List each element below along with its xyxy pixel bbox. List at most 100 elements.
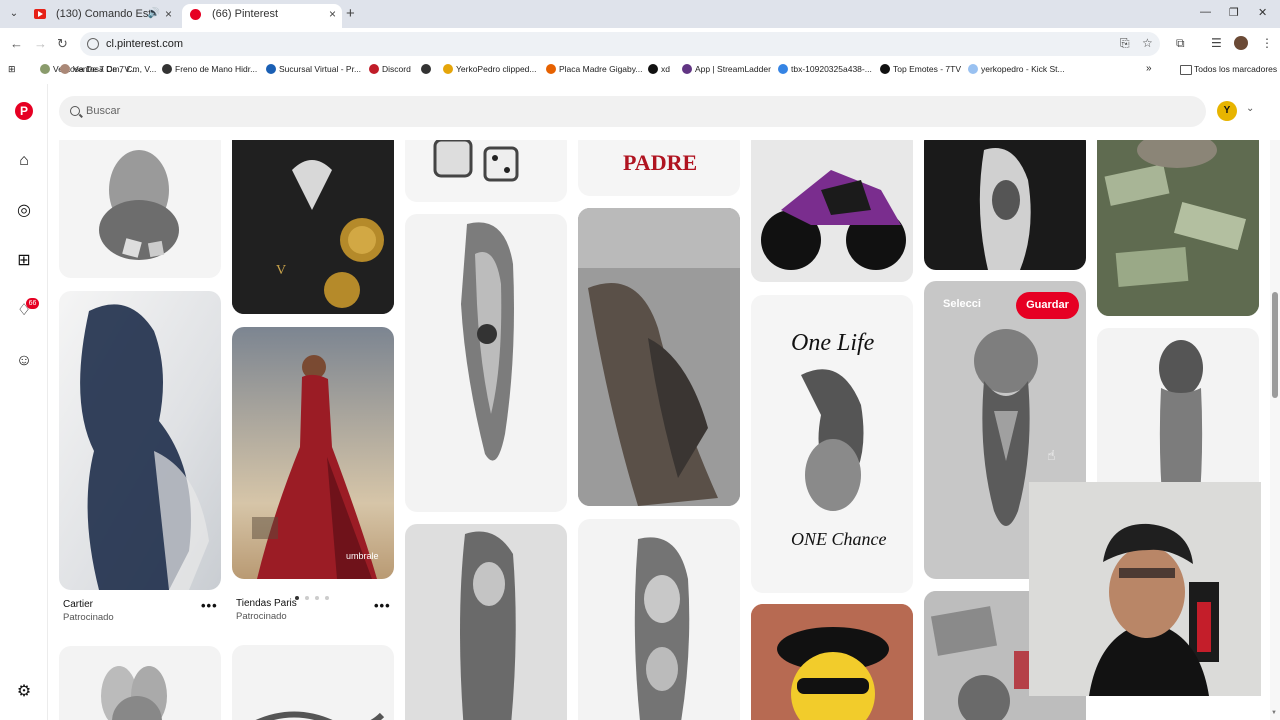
speaker-icon[interactable]: 🔊 bbox=[148, 4, 160, 24]
new-tab-button[interactable]: + bbox=[346, 5, 355, 22]
pin-leg-tattoo[interactable] bbox=[578, 208, 740, 506]
tattoo-art-image bbox=[634, 537, 690, 720]
scrollbar-thumb[interactable] bbox=[1272, 292, 1278, 398]
restore-button[interactable]: ❐ bbox=[1229, 6, 1239, 19]
bookmark-item[interactable]: Discord bbox=[369, 64, 411, 74]
pin-dice-tattoo[interactable] bbox=[405, 140, 567, 202]
webcam-overlay bbox=[1029, 482, 1261, 696]
pin-ace-coins[interactable]: V bbox=[232, 140, 394, 314]
ace-coins-image: V bbox=[232, 140, 394, 314]
minimize-button[interactable]: — bbox=[1200, 6, 1211, 18]
close-tab-icon[interactable]: × bbox=[165, 4, 172, 24]
bookmark-favicon-icon bbox=[968, 64, 978, 74]
google-icon bbox=[778, 64, 788, 74]
one-chance-text: ONE Chance bbox=[791, 529, 886, 549]
pin-one-life-tattoo[interactable]: One Life ONE Chance bbox=[751, 295, 913, 593]
more-bookmarks-icon[interactable]: » bbox=[1146, 63, 1152, 74]
address-toolbar: ← → ↻ cl.pinterest.com ⎘ ☆ ⧉ ☰ ⋮ bbox=[0, 28, 1280, 60]
account-chevron-down-icon[interactable]: ⌄ bbox=[1246, 103, 1254, 114]
pin-cartier-ad[interactable] bbox=[59, 291, 221, 590]
pin-red-dress-ad[interactable]: umbrale bbox=[232, 327, 394, 579]
bookmark-item[interactable]: YerkoPedro clipped... bbox=[443, 64, 537, 74]
back-button[interactable]: ← bbox=[10, 36, 23, 51]
youtube-icon bbox=[34, 9, 46, 19]
install-app-icon[interactable]: ⎘ bbox=[1120, 36, 1130, 51]
bookmark-item[interactable]: yerkopedro - Kick St... bbox=[968, 64, 1065, 74]
sponsored-meta: Cartier Patrocinado bbox=[63, 599, 114, 623]
pin-bugs-tattoo[interactable] bbox=[59, 646, 221, 720]
carousel-dots[interactable] bbox=[295, 587, 335, 605]
pin-cartoon-cap[interactable] bbox=[751, 604, 913, 720]
tab-pinterest[interactable]: (66) Pinterest × bbox=[182, 4, 342, 28]
cartier-ad-image bbox=[80, 304, 209, 590]
bookmark-favicon-icon bbox=[546, 64, 556, 74]
bookmark-item[interactable]: Sucursal Virtual - Pr... bbox=[266, 64, 361, 74]
tab-list-chevron-icon[interactable]: ⌄ bbox=[6, 6, 22, 22]
bookmark-item[interactable]: Top Emotes - 7TV bbox=[880, 64, 961, 74]
scroll-down-arrow-icon[interactable]: ▼ bbox=[1271, 710, 1277, 716]
tab-title: (66) Pinterest bbox=[212, 8, 279, 20]
close-window-button[interactable]: ✕ bbox=[1258, 6, 1267, 19]
pin-woman-sleeve[interactable] bbox=[405, 524, 567, 720]
bookmark-item[interactable]: App | StreamLadder bbox=[682, 64, 771, 74]
tab-youtube[interactable]: (130) Comando Estelar 🔊 × bbox=[26, 4, 178, 28]
forward-button[interactable]: → bbox=[34, 36, 47, 51]
extensions-icon[interactable]: ⧉ bbox=[1176, 36, 1185, 51]
bookmark-favicon-icon bbox=[443, 64, 453, 74]
user-avatar[interactable]: Y bbox=[1217, 101, 1237, 121]
settings-gear-icon[interactable]: ⚙ bbox=[14, 682, 34, 702]
red-dress-image: umbrale bbox=[252, 355, 379, 579]
bookmark-favicon-icon bbox=[60, 64, 70, 74]
home-icon[interactable]: ⌂ bbox=[14, 151, 34, 171]
dice-tattoo-image bbox=[433, 140, 519, 182]
bookmark-favicon-icon bbox=[162, 64, 172, 74]
sponsored-label: Patrocinado bbox=[236, 611, 287, 622]
browser-profile-avatar[interactable] bbox=[1234, 36, 1248, 50]
bookmark-item[interactable]: Ventosa De 7 Cm, V... bbox=[60, 64, 156, 74]
bookmark-item[interactable]: Placa Madre Gigaby... bbox=[546, 64, 642, 74]
apps-grid-icon[interactable]: ⊞ bbox=[8, 64, 18, 74]
sleeve-tattoo-image bbox=[461, 222, 514, 461]
pin-dark-tattoo[interactable] bbox=[924, 140, 1086, 270]
browser-menu-icon[interactable]: ⋮ bbox=[1261, 36, 1273, 50]
sleeve-tattoo-image bbox=[460, 531, 516, 720]
bookmark-star-icon[interactable]: ☆ bbox=[1142, 36, 1153, 50]
bookmark-item[interactable]: tbx-10920325a438-... bbox=[778, 64, 872, 74]
all-bookmarks-folder[interactable]: Todos los marcadores bbox=[1180, 64, 1277, 75]
create-icon[interactable]: ⊞ bbox=[14, 251, 34, 271]
pin-money-stacks[interactable] bbox=[1097, 140, 1259, 316]
pin-tattoo-boy[interactable] bbox=[59, 140, 221, 278]
pin-brand[interactable]: Tiendas Paris bbox=[236, 598, 297, 609]
pinterest-logo-icon[interactable]: P bbox=[15, 102, 33, 120]
bookmark-favicon-icon bbox=[266, 64, 276, 74]
tattoo-art-image bbox=[255, 711, 385, 720]
pin-padre-tattoo[interactable]: PADRE bbox=[578, 140, 740, 196]
sponsored-label: Patrocinado bbox=[63, 612, 114, 623]
search-input[interactable]: Buscar bbox=[59, 96, 1206, 127]
more-options-icon[interactable]: ••• bbox=[201, 598, 218, 613]
pin-tattoo-script[interactable] bbox=[232, 645, 394, 720]
streamer-webcam-image bbox=[1029, 482, 1261, 696]
tattoo-art-image bbox=[99, 150, 179, 260]
messages-icon[interactable]: ☺ bbox=[14, 351, 34, 371]
save-button[interactable]: Guardar bbox=[1016, 292, 1079, 319]
close-tab-icon[interactable]: × bbox=[329, 4, 336, 24]
pin-masks-tattoo[interactable] bbox=[578, 519, 740, 720]
pin-brand[interactable]: Cartier bbox=[63, 599, 114, 610]
browser-tab-bar: ⌄ (130) Comando Estelar 🔊 × (66) Pintere… bbox=[0, 0, 1280, 28]
pin-sleeve-tattoo[interactable] bbox=[405, 214, 567, 512]
reload-button[interactable]: ↻ bbox=[57, 36, 68, 52]
explore-icon[interactable]: ◎ bbox=[14, 201, 34, 221]
select-board-button[interactable]: Selecci bbox=[943, 298, 981, 310]
umbrale-watermark: umbrale bbox=[346, 551, 379, 561]
bookmark-item[interactable]: xd bbox=[648, 64, 670, 74]
site-info-icon[interactable] bbox=[87, 38, 99, 50]
url-bar[interactable]: cl.pinterest.com bbox=[80, 32, 1160, 56]
more-options-icon[interactable]: ••• bbox=[374, 598, 391, 613]
tattoo-art-image bbox=[101, 666, 167, 720]
media-control-icon[interactable]: ☰ bbox=[1211, 36, 1222, 50]
bookmark-item[interactable]: Freno de Mano Hidr... bbox=[162, 64, 257, 74]
pin-motorbike[interactable] bbox=[751, 140, 913, 282]
scrollbar-track[interactable] bbox=[1270, 84, 1280, 720]
one-life-text: One Life bbox=[791, 330, 875, 356]
